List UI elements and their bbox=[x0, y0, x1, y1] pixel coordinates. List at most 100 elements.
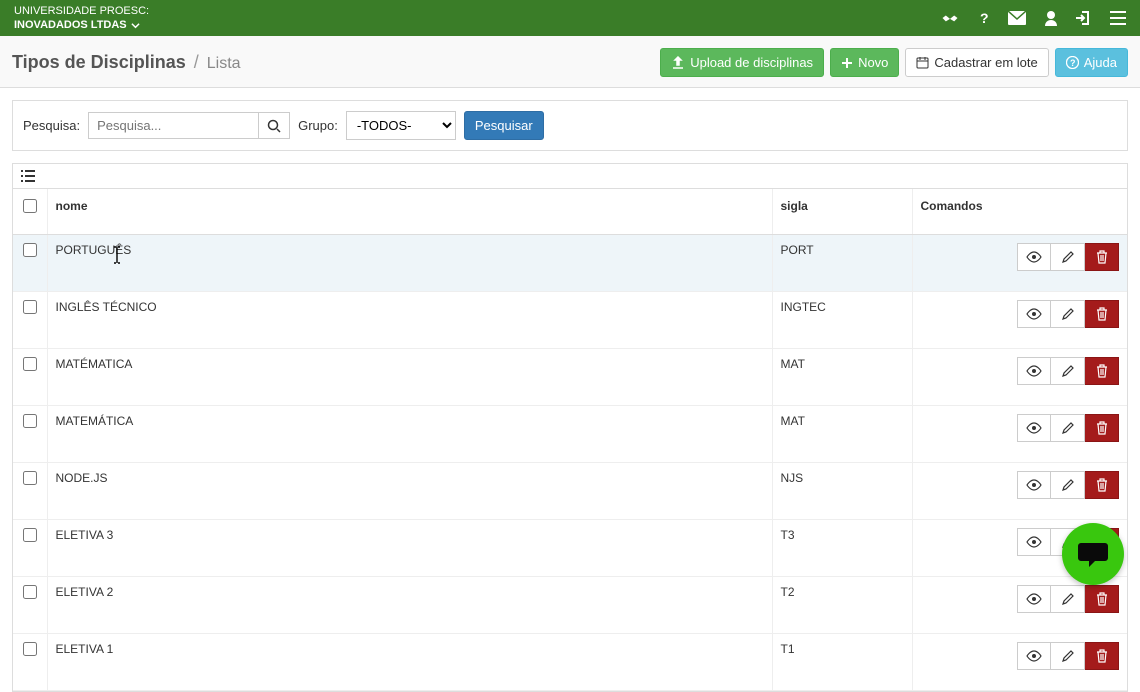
eye-icon bbox=[1026, 422, 1042, 434]
svg-text:?: ? bbox=[980, 10, 989, 26]
edit-button[interactable] bbox=[1051, 414, 1085, 442]
search-input[interactable] bbox=[88, 112, 258, 139]
novo-button[interactable]: Novo bbox=[830, 48, 899, 77]
trash-icon bbox=[1096, 649, 1108, 663]
row-checkbox[interactable] bbox=[23, 357, 37, 371]
view-button[interactable] bbox=[1017, 471, 1051, 499]
navbar-right: ? bbox=[940, 10, 1126, 26]
page-title: Tipos de Disciplinas / Lista bbox=[12, 52, 241, 73]
cell-nome: ELETIVA 2 bbox=[47, 577, 772, 634]
eye-icon bbox=[1026, 479, 1042, 491]
org-name[interactable]: INOVADADOS LTDAS bbox=[14, 18, 127, 32]
pencil-icon bbox=[1061, 250, 1075, 264]
cell-nome: MATÉMATICA bbox=[47, 349, 772, 406]
th-nome[interactable]: nome bbox=[47, 189, 772, 235]
select-all-checkbox[interactable] bbox=[23, 199, 37, 213]
trash-icon bbox=[1096, 250, 1108, 264]
view-button[interactable] bbox=[1017, 642, 1051, 670]
view-button[interactable] bbox=[1017, 357, 1051, 385]
ajuda-button[interactable]: ? Ajuda bbox=[1055, 48, 1128, 77]
delete-button[interactable] bbox=[1085, 471, 1119, 499]
disciplines-table: nome sigla Comandos PORTUGUÊSPORTINGLÊS … bbox=[13, 189, 1127, 691]
cell-sigla: MAT bbox=[772, 406, 912, 463]
pencil-icon bbox=[1061, 364, 1075, 378]
search-button[interactable] bbox=[258, 112, 290, 139]
svg-text:?: ? bbox=[1070, 58, 1076, 68]
row-checkbox[interactable] bbox=[23, 471, 37, 485]
cell-nome: ELETIVA 1 bbox=[47, 634, 772, 691]
eye-icon bbox=[1026, 593, 1042, 605]
action-buttons: Upload de disciplinas Novo Cadastrar em … bbox=[660, 48, 1128, 77]
table-row: PORTUGUÊSPORT bbox=[13, 235, 1127, 292]
eye-icon bbox=[1026, 650, 1042, 662]
row-checkbox[interactable] bbox=[23, 642, 37, 656]
cell-comandos bbox=[912, 577, 1127, 634]
list-icon[interactable] bbox=[21, 170, 1119, 182]
edit-button[interactable] bbox=[1051, 357, 1085, 385]
cell-comandos bbox=[912, 406, 1127, 463]
pencil-icon bbox=[1061, 307, 1075, 321]
view-button[interactable] bbox=[1017, 243, 1051, 271]
search-label: Pesquisa: bbox=[23, 118, 80, 133]
edit-button[interactable] bbox=[1051, 300, 1085, 328]
edit-button[interactable] bbox=[1051, 585, 1085, 613]
pencil-icon bbox=[1061, 592, 1075, 606]
table-row: INGLÊS TÉCNICOINGTEC bbox=[13, 292, 1127, 349]
delete-button[interactable] bbox=[1085, 585, 1119, 613]
row-checkbox[interactable] bbox=[23, 585, 37, 599]
delete-button[interactable] bbox=[1085, 243, 1119, 271]
th-comandos: Comandos bbox=[912, 189, 1127, 235]
edit-button[interactable] bbox=[1051, 243, 1085, 271]
table-row: ELETIVA 2T2 bbox=[13, 577, 1127, 634]
trash-icon bbox=[1096, 592, 1108, 606]
view-button[interactable] bbox=[1017, 414, 1051, 442]
user-icon[interactable] bbox=[1044, 10, 1058, 26]
navbar-brand: UNIVERSIDADE PROESC: INOVADADOS LTDAS bbox=[14, 4, 149, 33]
pencil-icon bbox=[1061, 421, 1075, 435]
view-button[interactable] bbox=[1017, 585, 1051, 613]
delete-button[interactable] bbox=[1085, 300, 1119, 328]
cell-sigla: NJS bbox=[772, 463, 912, 520]
row-checkbox[interactable] bbox=[23, 528, 37, 542]
chat-icon bbox=[1077, 539, 1109, 569]
handshake-icon[interactable] bbox=[940, 10, 960, 26]
edit-button[interactable] bbox=[1051, 471, 1085, 499]
view-button[interactable] bbox=[1017, 528, 1051, 556]
mail-icon[interactable] bbox=[1008, 11, 1026, 25]
delete-button[interactable] bbox=[1085, 642, 1119, 670]
th-sigla[interactable]: sigla bbox=[772, 189, 912, 235]
cell-nome: ELETIVA 3 bbox=[47, 520, 772, 577]
cell-sigla: INGTEC bbox=[772, 292, 912, 349]
question-circle-icon: ? bbox=[1066, 56, 1079, 69]
chevron-down-icon[interactable] bbox=[131, 21, 140, 30]
row-checkbox[interactable] bbox=[23, 300, 37, 314]
edit-button[interactable] bbox=[1051, 642, 1085, 670]
view-button[interactable] bbox=[1017, 300, 1051, 328]
menu-icon[interactable] bbox=[1110, 11, 1126, 25]
delete-button[interactable] bbox=[1085, 414, 1119, 442]
page-title-main: Tipos de Disciplinas bbox=[12, 52, 186, 73]
trash-icon bbox=[1096, 307, 1108, 321]
group-select[interactable]: -TODOS- bbox=[346, 111, 456, 140]
row-checkbox[interactable] bbox=[23, 243, 37, 257]
row-checkbox[interactable] bbox=[23, 414, 37, 428]
cell-sigla: MAT bbox=[772, 349, 912, 406]
cell-nome: NODE.JS bbox=[47, 463, 772, 520]
cell-comandos bbox=[912, 634, 1127, 691]
table-row: MATEMÁTICAMAT bbox=[13, 406, 1127, 463]
delete-button[interactable] bbox=[1085, 357, 1119, 385]
logout-icon[interactable] bbox=[1076, 10, 1092, 26]
pesquisar-button[interactable]: Pesquisar bbox=[464, 111, 544, 140]
table-row: NODE.JSNJS bbox=[13, 463, 1127, 520]
cadastrar-lote-button[interactable]: Cadastrar em lote bbox=[905, 48, 1048, 77]
plus-icon bbox=[841, 57, 853, 69]
upload-disciplinas-button[interactable]: Upload de disciplinas bbox=[660, 48, 824, 77]
page-header: Tipos de Disciplinas / Lista Upload de d… bbox=[0, 36, 1140, 88]
chat-fab[interactable] bbox=[1062, 523, 1124, 585]
group-label: Grupo: bbox=[298, 118, 338, 133]
help-icon[interactable]: ? bbox=[978, 10, 990, 26]
table-row: ELETIVA 3T3 bbox=[13, 520, 1127, 577]
eye-icon bbox=[1026, 365, 1042, 377]
cell-comandos bbox=[912, 349, 1127, 406]
eye-icon bbox=[1026, 536, 1042, 548]
